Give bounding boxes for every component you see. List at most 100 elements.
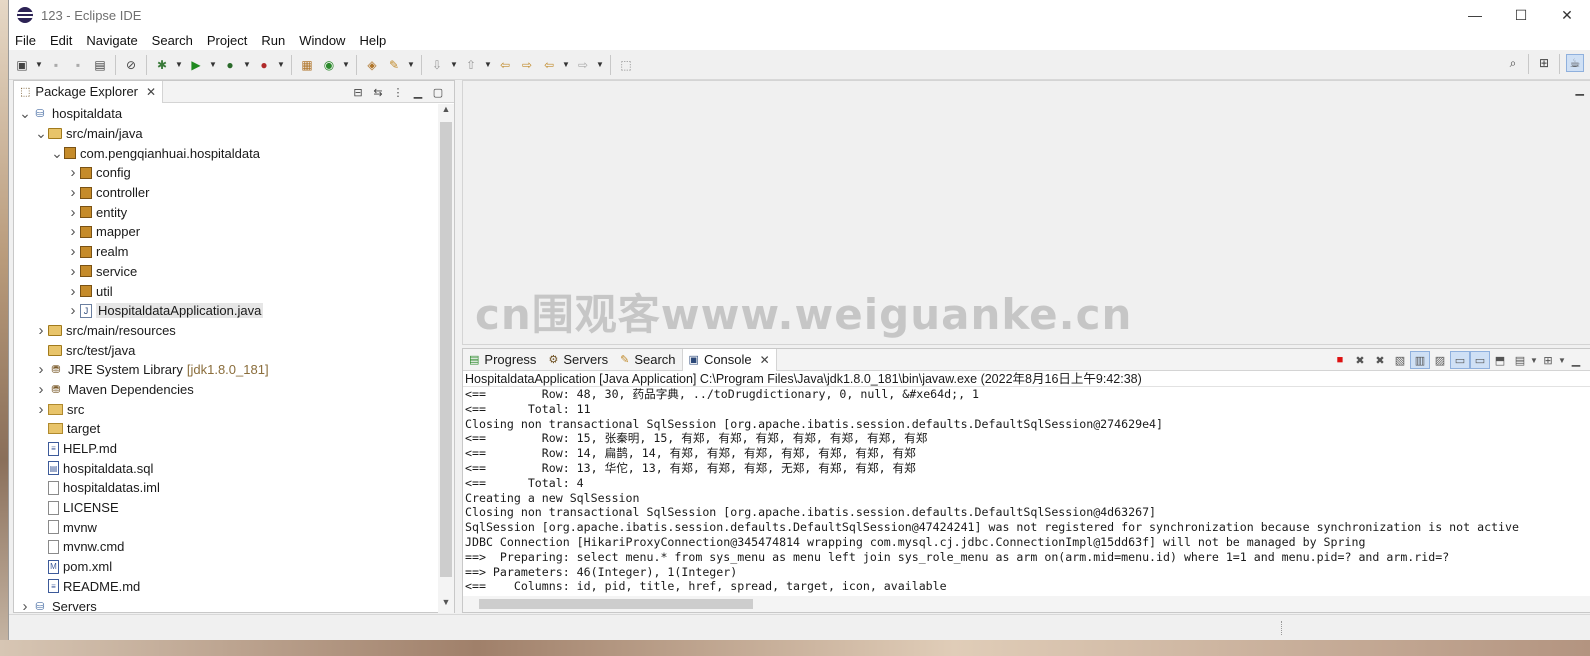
tree-item[interactable]: ≡ HELP.md — [14, 439, 438, 459]
tree-item[interactable]: LICENSE — [14, 498, 438, 518]
minimize-button[interactable]: — — [1452, 0, 1498, 30]
scroll-up-icon[interactable]: ▲ — [438, 104, 454, 120]
chevron-right-icon[interactable]: › — [66, 263, 80, 280]
tree-item[interactable]: › src — [14, 399, 438, 419]
pin-console-icon[interactable]: ⬒ — [1490, 351, 1510, 369]
tree-item[interactable]: ⌄ src/main/java — [14, 124, 438, 144]
chevron-right-icon[interactable]: › — [66, 302, 80, 319]
tree-item[interactable]: ⌄ com.pengqianhuai.hospitaldata — [14, 143, 438, 163]
back-icon[interactable]: ⇦ — [540, 56, 558, 74]
menu-help[interactable]: Help — [359, 33, 386, 48]
collapse-all-icon[interactable]: ⊟ — [348, 83, 368, 101]
scrollbar-thumb[interactable] — [440, 122, 452, 577]
chevron-down-icon[interactable]: ⌄ — [18, 105, 32, 122]
forward-icon[interactable]: ⇨ — [574, 56, 592, 74]
debug-dropdown-icon[interactable]: ▼ — [175, 56, 183, 74]
tab-console[interactable]: ▣ Console ✕ — [681, 348, 777, 371]
chevron-right-icon[interactable]: › — [34, 401, 48, 418]
chevron-right-icon[interactable]: › — [34, 322, 48, 339]
open-perspective-icon[interactable]: ⊞ — [1535, 54, 1553, 72]
close-icon[interactable]: ✕ — [146, 85, 156, 99]
tab-search[interactable]: ✎ Search — [614, 349, 681, 371]
console-output[interactable]: <== Row: 48, 30, 药品字典, ../toDrugdictiona… — [463, 387, 1590, 595]
open-type-icon[interactable]: ◈ — [363, 56, 381, 74]
debug-icon[interactable]: ✱ — [153, 56, 171, 74]
close-button[interactable]: ✕ — [1544, 0, 1590, 30]
menu-run[interactable]: Run — [261, 33, 285, 48]
back-dropdown-icon[interactable]: ▼ — [562, 56, 570, 74]
chevron-right-icon[interactable]: › — [34, 361, 48, 378]
view-menu-icon[interactable]: ⋮ — [388, 83, 408, 101]
tree-item[interactable]: › service — [14, 262, 438, 282]
tab-progress[interactable]: ▤ Progress — [463, 349, 542, 371]
tree-item[interactable]: ⌄ ⛁ hospitaldata — [14, 104, 438, 124]
chevron-right-icon[interactable]: › — [66, 204, 80, 221]
remove-all-terminated-icon[interactable]: ✖ — [1370, 351, 1390, 369]
chevron-right-icon[interactable]: › — [34, 381, 48, 398]
tree-item[interactable]: › ⛁ Servers — [14, 596, 438, 613]
java-perspective-icon[interactable]: ☕ — [1566, 54, 1584, 72]
display-console-icon[interactable]: ▤ — [1510, 351, 1530, 369]
chevron-right-icon[interactable]: › — [66, 184, 80, 201]
chevron-down-icon[interactable]: ⌄ — [50, 145, 64, 162]
tree-item[interactable]: Mpom.xml — [14, 557, 438, 577]
previous-annotation-dropdown-icon[interactable]: ▼ — [484, 56, 492, 74]
tree-item[interactable]: › entity — [14, 202, 438, 222]
console-horizontal-scrollbar[interactable] — [463, 596, 1590, 612]
search-icon[interactable]: ⌕ — [1504, 54, 1522, 72]
menu-search[interactable]: Search — [152, 33, 193, 48]
run-icon[interactable]: ▶ — [187, 56, 205, 74]
coverage-dropdown-icon[interactable]: ▼ — [243, 56, 251, 74]
run-dropdown-icon[interactable]: ▼ — [209, 56, 217, 74]
tree-item[interactable]: ≡ README.md — [14, 577, 438, 597]
minimize-editor-icon[interactable]: ▁ — [1576, 83, 1584, 96]
new-icon[interactable]: ▣ — [13, 56, 31, 74]
tree-item[interactable]: › mapper — [14, 222, 438, 242]
save-icon[interactable]: ▪ — [47, 56, 65, 74]
tree-item[interactable]: › src/main/resources — [14, 321, 438, 341]
menu-file[interactable]: File — [15, 33, 36, 48]
menu-edit[interactable]: Edit — [50, 33, 72, 48]
chevron-right-icon[interactable]: › — [66, 283, 80, 300]
pin-editor-icon[interactable]: ⬚ — [617, 56, 635, 74]
menu-project[interactable]: Project — [207, 33, 247, 48]
new-java-class-icon[interactable]: ◉ — [320, 56, 338, 74]
open-console-icon[interactable]: ⊞ — [1538, 351, 1558, 369]
word-wrap-icon[interactable]: ▨ — [1430, 351, 1450, 369]
tree-item[interactable]: mvnw — [14, 517, 438, 537]
link-with-editor-icon[interactable]: ⇆ — [368, 83, 388, 101]
tree-item[interactable]: › J HospitaldataApplication.java — [14, 301, 438, 321]
new-java-package-icon[interactable]: ▦ — [298, 56, 316, 74]
search-tool-icon[interactable]: ✎ — [385, 56, 403, 74]
minimize-view-icon[interactable]: ▁ — [1566, 351, 1586, 369]
show-on-stdout-icon[interactable]: ▭ — [1450, 351, 1470, 369]
chevron-right-icon[interactable]: › — [66, 223, 80, 240]
terminal-icon[interactable]: ▤ — [91, 56, 109, 74]
tree-item[interactable]: mvnw.cmd — [14, 537, 438, 557]
menu-navigate[interactable]: Navigate — [86, 33, 137, 48]
last-edit-location-icon[interactable]: ⇦ — [496, 56, 514, 74]
tree-item[interactable]: hospitaldatas.iml — [14, 478, 438, 498]
save-all-icon[interactable]: ▪ — [69, 56, 87, 74]
remove-launch-icon[interactable]: ✖ — [1350, 351, 1370, 369]
tree-item[interactable]: › ⛃ JRE System Library [jdk1.8.0_181] — [14, 360, 438, 380]
tree-item[interactable]: target — [14, 419, 438, 439]
show-on-stderr-icon[interactable]: ▭ — [1470, 351, 1490, 369]
chevron-right-icon[interactable]: › — [66, 164, 80, 181]
scroll-lock-icon[interactable]: ▥ — [1410, 351, 1430, 369]
tree-item[interactable]: ▤ hospitaldata.sql — [14, 458, 438, 478]
tree-item[interactable]: › controller — [14, 183, 438, 203]
search-tool-dropdown-icon[interactable]: ▼ — [407, 56, 415, 74]
next-annotation-dropdown-icon[interactable]: ▼ — [450, 56, 458, 74]
previous-annotation-icon[interactable]: ⇧ — [462, 56, 480, 74]
close-icon[interactable]: ✕ — [760, 353, 770, 367]
menu-window[interactable]: Window — [299, 33, 345, 48]
tree-item[interactable]: › ⛃ Maven Dependencies — [14, 380, 438, 400]
display-console-dropdown-icon[interactable]: ▼ — [1530, 351, 1538, 369]
chevron-down-icon[interactable]: ⌄ — [34, 125, 48, 142]
tree-item[interactable]: › config — [14, 163, 438, 183]
tree-item[interactable]: › realm — [14, 242, 438, 262]
maximize-view-icon[interactable]: ▢ — [428, 83, 448, 101]
tab-package-explorer[interactable]: ⬚ Package Explorer ✕ — [14, 80, 164, 103]
chevron-right-icon[interactable]: › — [18, 598, 32, 613]
